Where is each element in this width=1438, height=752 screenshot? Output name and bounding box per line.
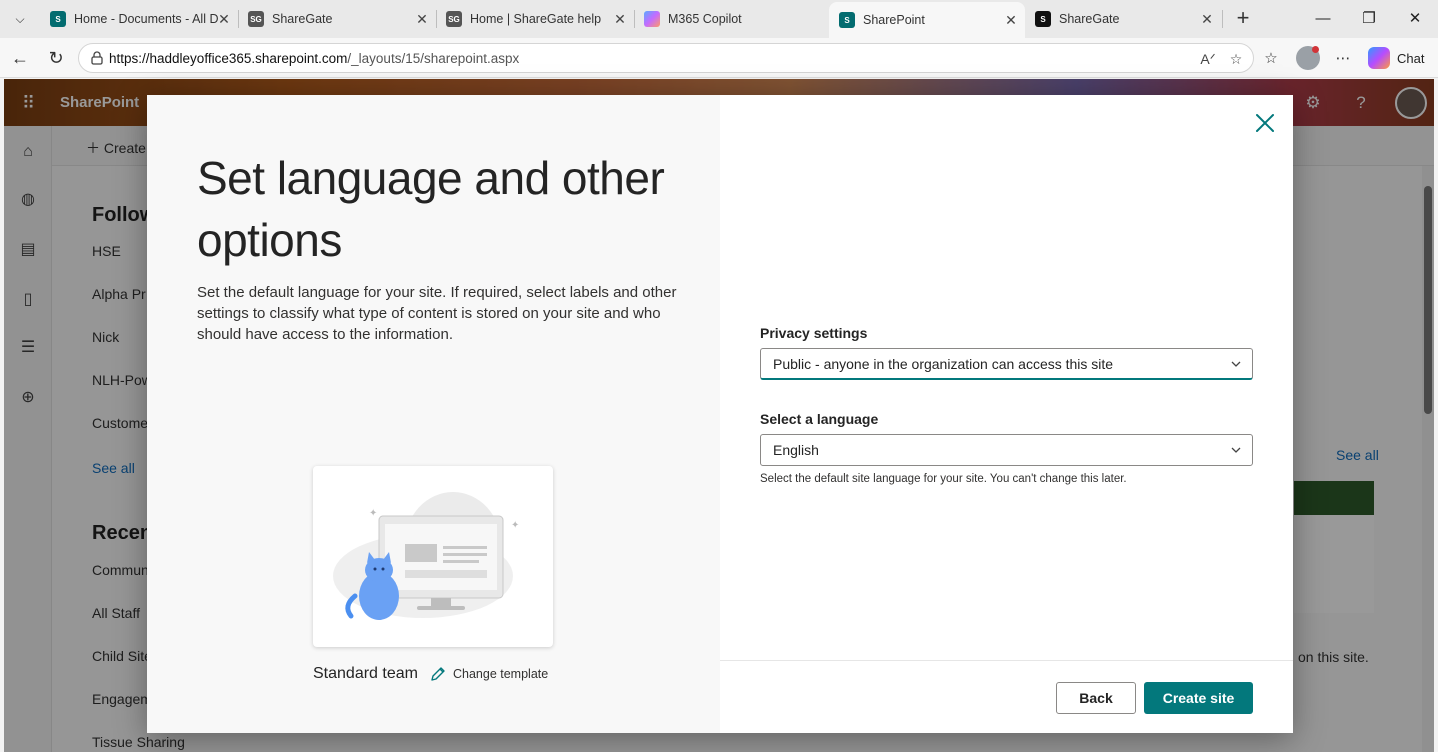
language-dropdown[interactable]: English (760, 434, 1253, 466)
tab-title: SharePoint (863, 13, 925, 27)
language-help-text: Select the default site language for you… (760, 473, 1127, 485)
browser-tab-3[interactable]: SG Home | ShareGate help ✕ (436, 4, 634, 34)
url-field[interactable]: https://haddleyoffice365.sharepoint.com/… (78, 43, 1254, 73)
sharegate-icon: SG (446, 11, 462, 27)
close-icon[interactable]: ✕ (216, 11, 232, 27)
chevron-down-icon (1231, 361, 1241, 367)
browser-tab-1[interactable]: S Home - Documents - All D ✕ (40, 4, 238, 34)
browser-tab-2[interactable]: SG ShareGate ✕ (238, 4, 436, 34)
template-illustration: ✦ ✦ (333, 492, 519, 620)
copilot-icon (644, 11, 660, 27)
create-site-dialog: Set language and other options Set the d… (147, 95, 1293, 733)
back-button[interactable]: Back (1056, 682, 1136, 714)
dialog-title: Set language and other options (197, 152, 665, 266)
browser-tab-5-active[interactable]: S SharePoint ✕ (829, 2, 1025, 38)
sharepoint-icon: S (839, 12, 855, 28)
sharegate-icon: SG (248, 11, 264, 27)
privacy-settings-label: Privacy settings (760, 325, 868, 341)
favorites-icon[interactable]: ☆ (1260, 48, 1282, 70)
url-text: https://haddleyoffice365.sharepoint.com/… (109, 51, 520, 66)
tab-actions-menu[interactable]: ⌵ (8, 7, 32, 31)
sharegate-icon: S (1035, 11, 1051, 27)
close-icon[interactable]: ✕ (414, 11, 430, 27)
chevron-down-icon (1231, 447, 1241, 453)
svg-text:✦: ✦ (511, 520, 519, 531)
language-selected-value: English (773, 442, 819, 458)
language-label: Select a language (760, 411, 879, 427)
back-arrow-icon[interactable]: ← (8, 46, 32, 70)
minimize-button[interactable]: — (1300, 6, 1346, 32)
tab-title: Home - Documents - All D (74, 12, 219, 26)
window-close-button[interactable]: ✕ (1392, 6, 1438, 32)
close-icon[interactable] (1253, 111, 1277, 135)
svg-text:✦: ✦ (369, 508, 377, 519)
privacy-selected-value: Public - anyone in the organization can … (773, 356, 1114, 372)
footer-divider (720, 660, 1293, 661)
template-preview-card: ✦ ✦ (313, 466, 553, 647)
new-tab-button[interactable]: + (1230, 7, 1256, 31)
lock-icon (91, 51, 103, 65)
close-icon[interactable]: ✕ (1003, 12, 1019, 28)
close-icon[interactable]: ✕ (612, 11, 628, 27)
favorite-star-icon[interactable]: ☆ (1227, 50, 1245, 68)
restore-button[interactable]: ❐ (1346, 6, 1392, 32)
pencil-edit-icon[interactable] (429, 665, 447, 683)
browser-tab-6[interactable]: S ShareGate ✕ (1025, 4, 1221, 34)
privacy-settings-dropdown[interactable]: Public - anyone in the organization can … (760, 348, 1253, 380)
more-options-icon[interactable]: ⋯ (1332, 48, 1354, 70)
sharepoint-icon: S (50, 11, 66, 27)
close-icon[interactable]: ✕ (1199, 11, 1215, 27)
browser-tab-bar: ⌵ S Home - Documents - All D ✕ SG ShareG… (0, 0, 1438, 38)
notification-dot (1312, 46, 1319, 53)
copilot-icon (1368, 47, 1390, 69)
template-name: Standard team (313, 665, 418, 682)
read-aloud-icon[interactable]: Aᐟ (1199, 50, 1217, 68)
copilot-chat-button[interactable]: Chat (1368, 46, 1424, 70)
address-bar: ← ↻ https://haddleyoffice365.sharepoint.… (0, 38, 1438, 78)
dialog-left-panel: Set language and other options Set the d… (147, 95, 720, 733)
tab-title: M365 Copilot (668, 12, 742, 26)
tab-title: ShareGate (272, 12, 333, 26)
tab-title: ShareGate (1059, 12, 1120, 26)
tab-title: Home | ShareGate help (470, 12, 602, 26)
browser-tab-4[interactable]: M365 Copilot (634, 4, 828, 34)
create-site-button[interactable]: Create site (1144, 682, 1253, 714)
dialog-description: Set the default language for your site. … (197, 284, 677, 343)
chat-label: Chat (1397, 50, 1425, 66)
refresh-icon[interactable]: ↻ (44, 46, 68, 70)
change-template-link[interactable]: Change template (453, 667, 548, 681)
